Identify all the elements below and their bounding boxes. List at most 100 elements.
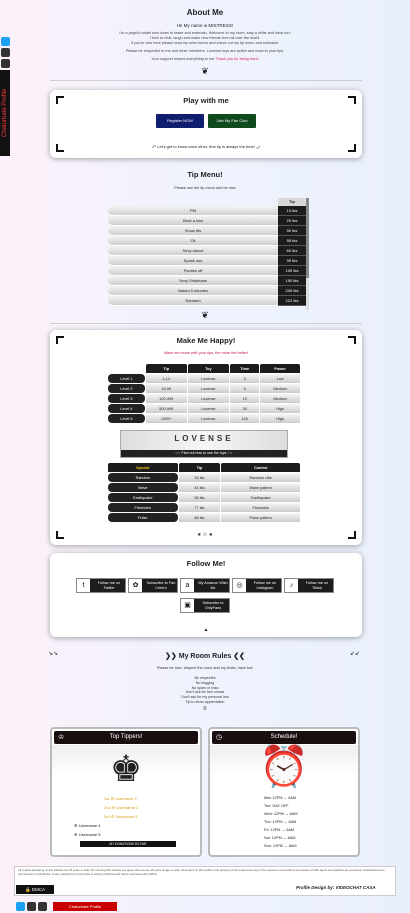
twitter-icon[interactable]	[16, 902, 25, 911]
play-card: Play with me Register NOW Join My Fan Cl…	[50, 90, 362, 158]
top-tipper-entry: ⚙ Username 5	[74, 832, 101, 837]
tip-menu-row: Naked 5 minutes 200 tks	[108, 286, 306, 296]
special-control: Fireworks	[221, 503, 300, 512]
level-time: 10	[230, 394, 260, 403]
ornament-icon: ❦	[201, 66, 209, 76]
follow-button[interactable]: t Follow me on Twitter	[76, 578, 126, 593]
tip-item-price: 60 tks	[278, 246, 306, 256]
special-name: Wave	[108, 483, 178, 492]
specials-table: Special Tip Control Random 33 tks Random v…	[107, 462, 301, 523]
follow-button-label: Follow me on Instagram	[253, 580, 277, 590]
instagram-icon[interactable]	[38, 902, 47, 911]
camera-icon[interactable]	[1, 48, 10, 57]
social-icon: t	[77, 579, 90, 592]
follow-button[interactable]: ✿ Subscribe to Fan Centro	[128, 578, 178, 593]
tip-item-price: 20 tks	[278, 216, 306, 226]
divider	[50, 80, 362, 81]
level-toy: Lovense	[187, 404, 230, 413]
left-social-bar: Chaturbate Profile	[0, 36, 11, 156]
level-label: Level 1	[108, 374, 145, 383]
level-time: 120	[230, 414, 260, 423]
tip-item-price: 200 tks	[278, 286, 306, 296]
special-control: Pulse pattern	[221, 513, 300, 522]
tip-item-label: Naked 5 minutes	[108, 286, 278, 296]
tip-item-price: 99 tks	[278, 256, 306, 266]
special-tip: 88 tks	[178, 513, 221, 522]
follow-button-label: Subscribe to Fan Centro	[146, 580, 176, 590]
happy-subtitle: Make me moan with your tips, the more th…	[163, 351, 249, 355]
divider	[50, 323, 362, 324]
special-row: Earthquake 55 tks Earthquake	[108, 493, 300, 502]
level-label: Level 2	[108, 384, 145, 393]
tip-menu-scrollbar[interactable]	[306, 198, 309, 310]
special-tip: 55 tks	[178, 493, 221, 502]
bottom-social-bar: Chaturbate Profile	[16, 902, 117, 911]
special-row: Fireworks 77 tks Fireworks	[108, 503, 300, 512]
tip-menu-row: PM 10 tks	[108, 206, 306, 216]
arrow-left-icon: ↘↘	[48, 651, 59, 657]
col-toy: Toy	[187, 364, 230, 373]
level-time: 3	[230, 374, 260, 383]
top-tipper-entry: 1st ⚙ Username 1	[104, 796, 137, 801]
special-control: Earthquake	[221, 493, 300, 502]
level-power: High	[260, 414, 300, 423]
follow-button[interactable]: ◎ Follow me on Instagram	[232, 578, 282, 593]
about-name-line: Hi! My name is MISTRESS!	[176, 23, 234, 28]
tip-item-label: Oil	[108, 236, 278, 246]
dmca-badge[interactable]: 🔒 DMCA	[16, 885, 54, 894]
schedule-entry: Sat: 12PM → 6AM	[264, 836, 296, 840]
tip-menu-title: Tip Menu!	[187, 170, 223, 179]
follow-button-label: Follow me on Twitter	[97, 580, 121, 590]
about-line-3: If you're new here please read my rules …	[130, 41, 280, 45]
lovense-bar: ↑↑↑ Find out how to use the toys ↑↑↑	[121, 450, 287, 457]
tip-item-price: 10 tks	[278, 206, 306, 216]
tip-item-label: Show tits	[108, 226, 278, 236]
register-button[interactable]: Register NOW	[156, 114, 204, 128]
top-tipper-entry: ⚙ Username 4	[74, 823, 101, 828]
level-power: Medium	[260, 394, 300, 403]
follow-button[interactable]: a My Amazon Wish list	[180, 578, 230, 593]
tip-item-label: Sexy dance	[108, 246, 278, 256]
level-toy: Lovense	[187, 374, 230, 383]
tip-menu-row: Show tits 50 tks	[108, 226, 306, 236]
lovense-banner[interactable]: LOVENSE ↑↑↑ Find out how to use the toys…	[120, 430, 288, 458]
king-icon: ♚	[109, 748, 143, 789]
tip-menu-row: Sexy Striptease 150 tks	[108, 276, 306, 286]
level-label: Level 5	[108, 414, 145, 423]
social-icon: ♪	[285, 579, 298, 592]
levels-table: Tip Toy Time Power Level 1 1-14 Lovense 3 Lo…	[107, 363, 301, 424]
happy-title: Make Me Happy!	[176, 336, 236, 345]
about-line-4: Please be respectful to me and other mem…	[125, 49, 285, 53]
follow-button[interactable]: ▣ Subscribe to OnlyFans	[180, 598, 230, 613]
rules-intro: Please be nice, respect the room and my …	[156, 666, 254, 670]
instagram-icon[interactable]	[1, 59, 10, 68]
tip-item-label: Random	[108, 296, 278, 306]
schedule-entry: Tue: DAY OFF	[264, 804, 289, 808]
fan-club-button[interactable]: Join My Fan Club	[208, 114, 256, 128]
level-row: Level 4 500-999 Lovense 30 High	[108, 404, 300, 413]
tip-menu-row: Panties off 100 tks	[108, 266, 306, 276]
level-tip: 1-14	[145, 374, 187, 383]
follow-button-label: Subscribe to OnlyFans	[202, 600, 224, 610]
follow-button[interactable]: ♪ Follow me on Tiktok	[284, 578, 334, 593]
play-title: Play with me	[183, 96, 229, 105]
twitter-icon[interactable]	[1, 37, 10, 46]
triangle-divider: ▲	[203, 627, 209, 633]
special-name: Fireworks	[108, 503, 178, 512]
tip-menu-row: Random 222 tks	[108, 296, 306, 306]
col-power: Power	[260, 364, 300, 373]
level-row: Level 5 1000+ Lovense 120 High	[108, 414, 300, 423]
level-power: Medium	[260, 384, 300, 393]
bottom-profile-label[interactable]: Chaturbate Profile	[53, 902, 117, 911]
special-control: Random vibe	[221, 473, 300, 482]
level-time: 5	[230, 384, 260, 393]
social-icon: ✿	[129, 579, 142, 592]
tip-menu-table: Tip PM 10 tks Blow a kiss 20 tks Show tits 50…	[108, 198, 306, 306]
level-power: High	[260, 404, 300, 413]
amazon-icon[interactable]	[27, 902, 36, 911]
tip-item-label: Sexy Striptease	[108, 276, 278, 286]
profile-design-credit[interactable]: Profile Design by: VIDEOCHAT CASA	[296, 885, 376, 890]
level-toy: Lovense	[187, 394, 230, 403]
social-icon: ◎	[233, 579, 246, 592]
top-tipper-entry: 2nd ⚙ Username 2	[104, 805, 139, 810]
